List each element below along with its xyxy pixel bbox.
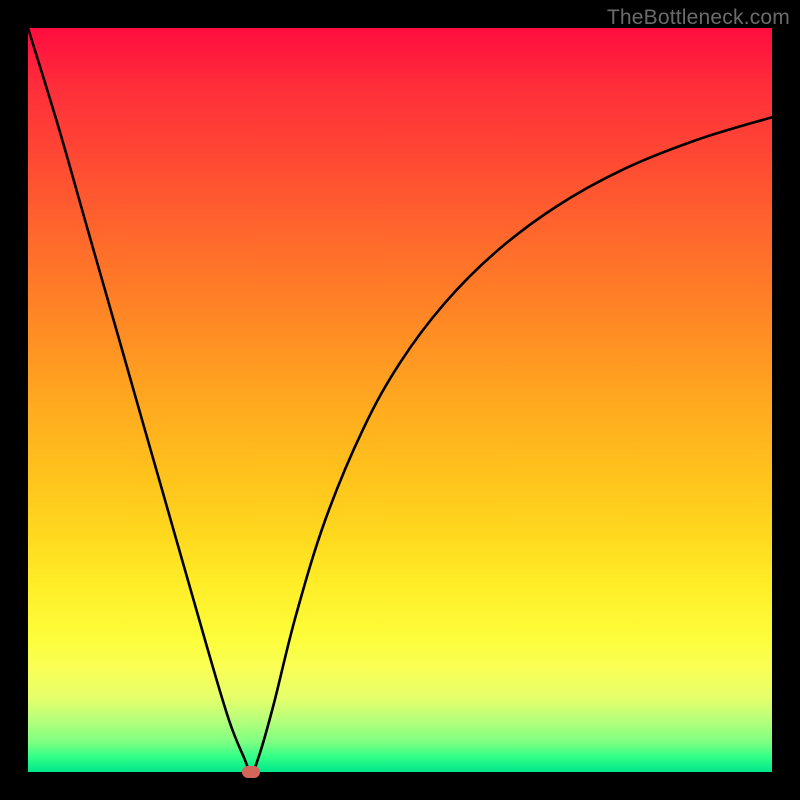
bottleneck-curve-path xyxy=(28,28,772,772)
curve-svg xyxy=(28,28,772,772)
plot-area xyxy=(28,28,772,772)
minimum-marker xyxy=(242,766,260,778)
watermark-text: TheBottleneck.com xyxy=(607,6,790,30)
chart-frame: TheBottleneck.com xyxy=(0,0,800,800)
